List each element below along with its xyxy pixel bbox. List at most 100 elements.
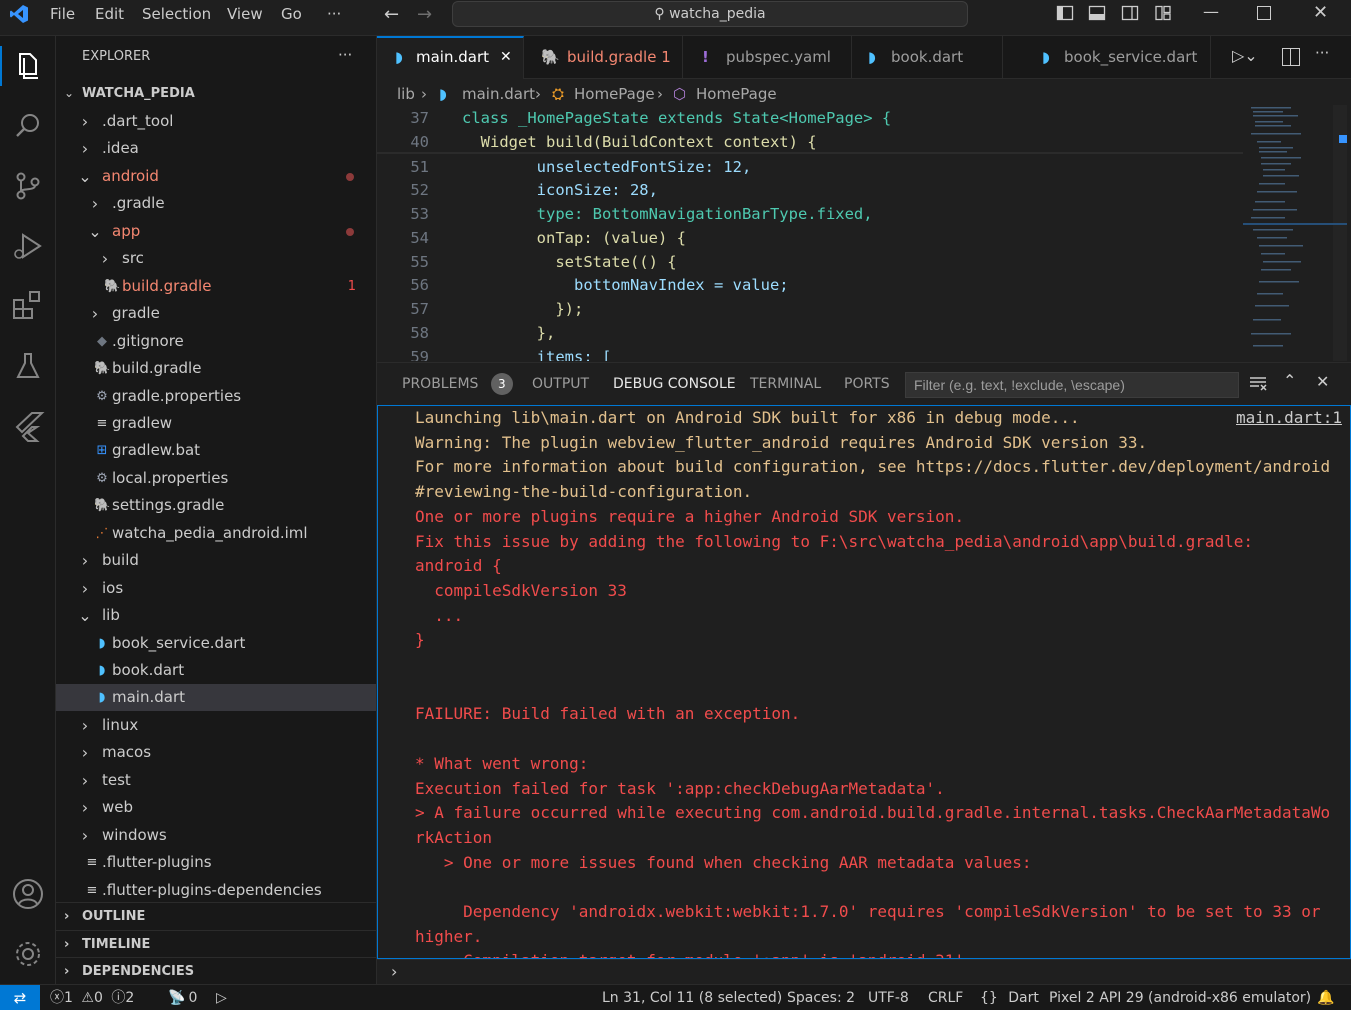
- file-flutter-plugins[interactable]: ≡ .flutter-plugins: [56, 849, 376, 876]
- toggle-primary-sidebar-icon[interactable]: [1056, 4, 1076, 24]
- minimap[interactable]: [1243, 105, 1351, 361]
- breadcrumb-class-homepage[interactable]: HomePage: [574, 80, 655, 108]
- folder-dart-tool[interactable]: › .dart_tool: [56, 108, 376, 135]
- file-gradlew-bat[interactable]: ⊞ gradlew.bat: [56, 437, 376, 464]
- editor-more-actions-icon[interactable]: ···: [1315, 44, 1329, 62]
- close-panel-icon[interactable]: ✕: [1316, 372, 1329, 391]
- breadcrumb-homepage-symbol[interactable]: HomePage: [696, 80, 777, 108]
- folder-gradle[interactable]: › .gradle: [56, 190, 376, 217]
- menu-selection[interactable]: Selection: [142, 0, 211, 28]
- folder-src[interactable]: › src: [56, 245, 376, 272]
- file-watcha-pedia-android-iml[interactable]: ⋰ watcha_pedia_android.iml: [56, 520, 376, 547]
- outline-section[interactable]: › OUTLINE: [56, 902, 376, 930]
- file-build-gradle[interactable]: 🐘 build.gradle: [56, 355, 376, 382]
- file-build-gradle[interactable]: 🐘 build.gradle 1: [56, 273, 376, 300]
- folder-linux[interactable]: › linux: [56, 712, 376, 739]
- tab-book-dart[interactable]: ◗ book.dart: [853, 36, 1003, 79]
- flutter-device[interactable]: Pixel 2 API 29 (android-x86 emulator): [1049, 985, 1311, 1010]
- folder-test[interactable]: › test: [56, 767, 376, 794]
- toggle-secondary-sidebar-icon[interactable]: [1121, 4, 1141, 24]
- close-tab-icon[interactable]: ✕: [500, 38, 512, 77]
- file-main-dart[interactable]: ◗ main.dart: [56, 684, 376, 712]
- tab-pubspec-yaml[interactable]: ! pubspec.yaml: [684, 36, 852, 79]
- forward-arrow-icon[interactable]: →: [417, 4, 432, 25]
- menu-file[interactable]: File: [50, 0, 75, 28]
- accounts-icon[interactable]: [8, 874, 48, 914]
- end-of-line[interactable]: CRLF: [928, 985, 963, 1010]
- file-book-dart[interactable]: ◗ book.dart: [56, 657, 376, 684]
- breadcrumb-lib[interactable]: lib: [397, 80, 415, 108]
- file-gradle-properties[interactable]: ⚙ gradle.properties: [56, 383, 376, 410]
- clear-console-icon[interactable]: [1249, 374, 1267, 392]
- indentation[interactable]: Spaces: 2: [787, 985, 855, 1010]
- folder-ios[interactable]: › ios: [56, 575, 376, 602]
- problems-status[interactable]: ⓧ1 ⚠0 ⓘ2: [50, 985, 134, 1010]
- file-book-service-dart[interactable]: ◗ book_service.dart: [56, 630, 376, 657]
- menu-view[interactable]: View: [227, 0, 263, 28]
- tab-ports[interactable]: PORTS: [844, 363, 890, 406]
- console-filter-input[interactable]: [905, 372, 1239, 398]
- ports-status[interactable]: 📡 0: [168, 985, 197, 1010]
- folder-build[interactable]: › build: [56, 547, 376, 574]
- settings-gear-icon[interactable]: [8, 934, 48, 974]
- folder-gradle[interactable]: › gradle: [56, 300, 376, 327]
- file-local-properties[interactable]: ⚙ local.properties: [56, 465, 376, 492]
- menu-more[interactable]: ···: [327, 0, 341, 28]
- debug-console-output[interactable]: Launching lib\main.dart on Android SDK b…: [377, 405, 1351, 959]
- file-flutter-plugins-dependencies[interactable]: ≡ .flutter-plugins-dependencies: [56, 877, 376, 904]
- minimize-icon[interactable]: —: [1203, 2, 1219, 21]
- debug-console-input[interactable]: ›: [377, 959, 1351, 984]
- maximize-icon[interactable]: [1257, 6, 1271, 20]
- search-icon[interactable]: [8, 106, 48, 146]
- flutter-icon[interactable]: [8, 406, 48, 446]
- close-window-icon[interactable]: ✕: [1313, 2, 1328, 23]
- encoding[interactable]: UTF-8: [868, 985, 909, 1010]
- folder-web[interactable]: › web: [56, 794, 376, 821]
- run-debug-dropdown-icon[interactable]: ▷⌄: [1232, 46, 1258, 65]
- explorer-more-actions[interactable]: ···: [338, 46, 352, 64]
- tab-output[interactable]: OUTPUT: [532, 363, 589, 406]
- explorer-files-icon[interactable]: [8, 46, 48, 86]
- folder-macos[interactable]: › macos: [56, 739, 376, 766]
- menu-go[interactable]: Go: [281, 0, 302, 28]
- folder-android[interactable]: ⌄ android: [56, 163, 376, 190]
- debug-launch-icon[interactable]: ▷: [216, 985, 227, 1010]
- folder-idea[interactable]: › .idea: [56, 135, 376, 162]
- source-link[interactable]: main.dart:1: [1236, 406, 1342, 430]
- menu-edit[interactable]: Edit: [95, 0, 124, 28]
- file-gradlew[interactable]: ≡ gradlew: [56, 410, 376, 437]
- problems-label: PROBLEMS: [402, 376, 479, 392]
- customize-layout-icon[interactable]: [1154, 4, 1174, 24]
- timeline-section[interactable]: › TIMELINE: [56, 930, 376, 958]
- source-control-icon[interactable]: [8, 166, 48, 206]
- notifications-bell-icon[interactable]: 🔔: [1317, 985, 1334, 1010]
- extensions-icon[interactable]: [8, 286, 48, 326]
- workspace-root[interactable]: ⌄ WATCHA_PEDIA: [56, 80, 376, 107]
- dependencies-section[interactable]: › DEPENDENCIES: [56, 957, 376, 985]
- vscode-logo-icon[interactable]: [9, 4, 29, 24]
- tab-problems[interactable]: PROBLEMS 3: [402, 363, 513, 406]
- tab-debug-console[interactable]: DEBUG CONSOLE: [613, 363, 736, 406]
- folder-lib[interactable]: ⌄ lib: [56, 602, 376, 629]
- console-line: * What went wrong:: [415, 753, 589, 773]
- file-settings-gradle[interactable]: 🐘 settings.gradle: [56, 492, 376, 519]
- tab-main-dart[interactable]: ◗ main.dart ✕: [377, 36, 524, 79]
- toggle-panel-icon[interactable]: [1088, 4, 1108, 24]
- language-mode[interactable]: {} Dart: [980, 985, 1039, 1010]
- back-arrow-icon[interactable]: ←: [384, 4, 399, 25]
- tab-build-gradle[interactable]: 🐘 build.gradle 1: [525, 36, 683, 79]
- testing-flask-icon[interactable]: [8, 346, 48, 386]
- run-debug-icon[interactable]: [8, 226, 48, 266]
- split-editor-icon[interactable]: [1282, 48, 1300, 66]
- folder-app[interactable]: ⌄ app: [56, 218, 376, 245]
- folder-windows[interactable]: › windows: [56, 822, 376, 849]
- code-editor[interactable]: 37 class _HomePageState extends State<Hom…: [377, 105, 1243, 361]
- tab-book-service-dart[interactable]: ◗ book_service.dart: [1004, 36, 1211, 79]
- breadcrumb-main-dart[interactable]: main.dart: [462, 80, 535, 108]
- file-gitignore[interactable]: ◆ .gitignore: [56, 328, 376, 355]
- command-center-search[interactable]: ⚲ watcha_pedia: [452, 1, 968, 27]
- maximize-panel-icon[interactable]: ⌃: [1283, 371, 1296, 390]
- tab-terminal[interactable]: TERMINAL: [750, 363, 821, 406]
- remote-indicator[interactable]: ⇄: [0, 985, 40, 1010]
- cursor-position[interactable]: Ln 31, Col 11 (8 selected): [602, 985, 782, 1010]
